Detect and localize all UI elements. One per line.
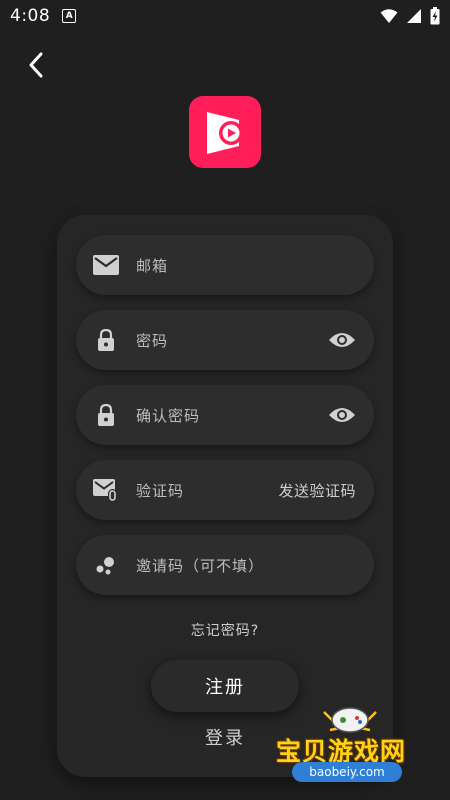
mail-attach-icon — [76, 460, 136, 520]
verification-code-field[interactable]: 验证码 发送验证码 — [76, 460, 374, 520]
status-icons — [380, 7, 440, 25]
mail-icon — [76, 235, 136, 295]
battery-icon — [430, 7, 440, 25]
lock-icon — [76, 310, 136, 370]
forgot-password-link[interactable]: 忘记密码? — [0, 620, 450, 640]
confirm-password-placeholder: 确认密码 — [136, 406, 201, 425]
notification-icon: A — [62, 9, 77, 23]
chevron-left-icon — [29, 52, 43, 78]
send-code-button[interactable]: 发送验证码 — [278, 480, 356, 501]
watermark: 宝贝游戏网 baobeiy.com — [270, 702, 430, 790]
watermark-url: baobeiy.com — [292, 762, 402, 782]
email-field[interactable]: 邮箱 — [76, 235, 374, 295]
back-button[interactable] — [22, 50, 50, 80]
confirm-password-field[interactable]: 确认密码 — [76, 385, 374, 445]
status-time: 4:08 — [10, 6, 51, 26]
app-logo — [189, 96, 261, 168]
signal-icon — [407, 9, 421, 23]
verification-code-placeholder: 验证码 — [136, 481, 185, 500]
invite-code-placeholder: 邀请码（可不填） — [136, 556, 265, 575]
video-play-logo-icon — [207, 112, 243, 154]
email-placeholder: 邮箱 — [136, 256, 169, 275]
lock-icon — [76, 385, 136, 445]
password-field[interactable]: 密码 — [76, 310, 374, 370]
invite-code-field[interactable]: 邀请码（可不填） — [76, 535, 374, 595]
dots-icon — [76, 535, 136, 595]
password-placeholder: 密码 — [136, 331, 169, 350]
toggle-password-visibility[interactable] — [328, 331, 356, 349]
wifi-icon — [380, 9, 398, 23]
status-bar: 4:08 A — [0, 0, 450, 32]
eye-icon — [329, 333, 355, 347]
gamepad-icon — [323, 707, 377, 733]
toggle-confirm-password-visibility[interactable] — [328, 406, 356, 424]
eye-icon — [329, 408, 355, 422]
